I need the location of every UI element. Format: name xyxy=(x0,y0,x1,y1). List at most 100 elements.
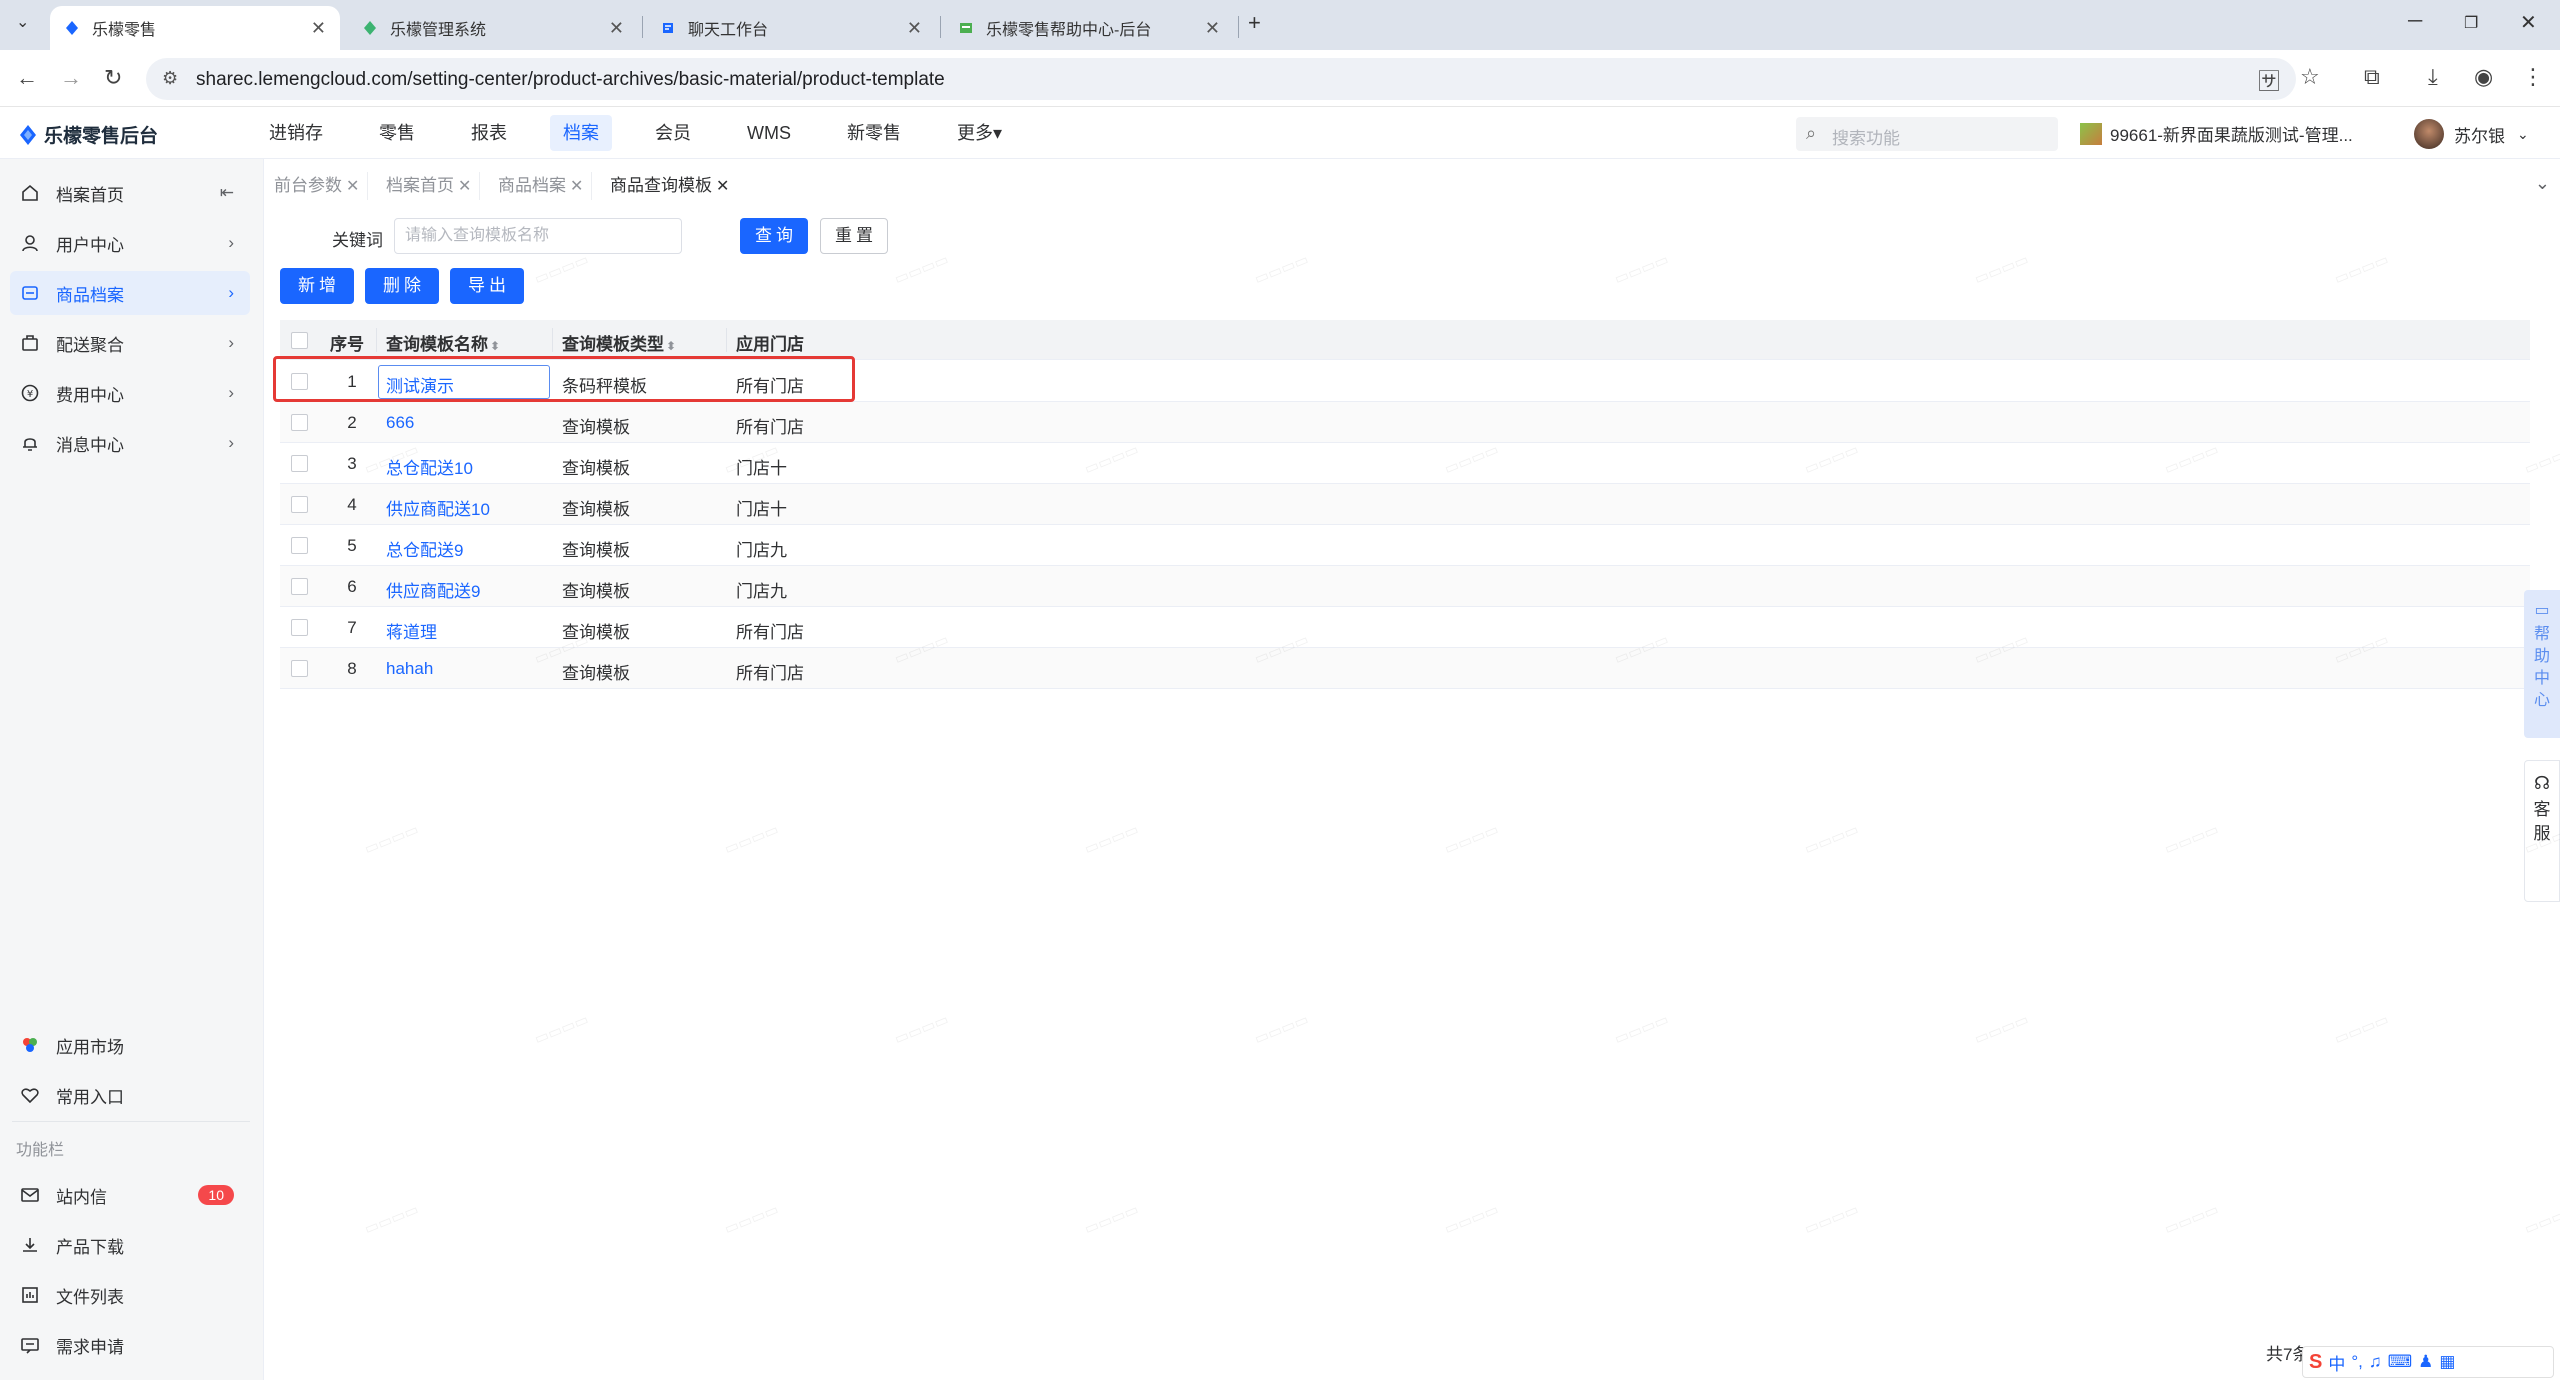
close-tab-icon[interactable]: ✕ xyxy=(311,18,326,39)
brand-logo[interactable]: 乐檬零售后台 xyxy=(18,121,158,148)
top-nav-item[interactable]: 会员 xyxy=(642,115,704,151)
row-checkbox[interactable] xyxy=(291,578,308,595)
sidebar-item-delivery[interactable]: 配送聚合 › xyxy=(10,321,250,365)
delete-button[interactable]: 删除 xyxy=(365,268,439,304)
template-name-link[interactable]: 供应商配送9 xyxy=(386,577,480,602)
row-checkbox[interactable] xyxy=(291,660,308,677)
store-selector[interactable]: 99661-新界面果蔬版测试-管理... xyxy=(2080,121,2353,146)
reload-icon[interactable]: ↻ xyxy=(104,65,122,91)
tab-search-icon[interactable]: ⌄ xyxy=(16,12,29,32)
row-checkbox[interactable] xyxy=(291,455,308,472)
sidebar-item-request[interactable]: 需求申请 xyxy=(10,1323,250,1367)
table-row[interactable]: 5 总仓配送9 查询模板 门店九 xyxy=(280,525,2530,566)
page-tag[interactable]: 前台参数 ✕ xyxy=(266,172,369,200)
row-checkbox[interactable] xyxy=(291,619,308,636)
header-type[interactable]: 查询模板类型 ⬍ xyxy=(562,330,676,355)
browser-tab-4[interactable]: 乐檬零售帮助中心-后台 ✕ xyxy=(944,6,1234,50)
header-name[interactable]: 查询模板名称 ⬍ xyxy=(386,330,500,355)
close-tab-icon[interactable]: ✕ xyxy=(907,18,922,39)
translate-icon[interactable]: 🈂 xyxy=(2258,64,2280,96)
sort-icon[interactable]: ⬍ xyxy=(666,339,676,353)
keyboard-icon[interactable]: ⌨ xyxy=(2388,1352,2413,1372)
sidebar-item-app-market[interactable]: 应用市场 xyxy=(10,1023,250,1067)
forward-icon[interactable]: → xyxy=(60,65,82,91)
ime-toolbar[interactable]: S 中 °, ♫ ⌨ ♟ ▦ xyxy=(2302,1346,2554,1378)
template-name-link[interactable]: 总仓配送10 xyxy=(386,454,473,479)
back-icon[interactable]: ← xyxy=(16,65,38,91)
sidebar-item-inbox[interactable]: 站内信 10 xyxy=(10,1173,250,1217)
watermark: ▭▭▭▭ xyxy=(1081,820,1141,858)
reset-button[interactable]: 重置 xyxy=(820,218,888,254)
table-row[interactable]: 2 666 查询模板 所有门店 xyxy=(280,402,2530,443)
ime-lang[interactable]: 中 xyxy=(2328,1350,2345,1375)
sidebar-item-user-center[interactable]: 用户中心 › xyxy=(10,221,250,265)
profile-icon[interactable]: ◉ xyxy=(2474,64,2493,90)
download-icon[interactable]: ⤓ xyxy=(2428,64,2438,90)
collapse-sidebar-icon[interactable]: ⇤ xyxy=(220,183,234,203)
chevron-down-icon[interactable]: ⌄ xyxy=(2535,173,2550,194)
close-tab-icon[interactable]: ✕ xyxy=(609,18,624,39)
sidebar-item-product-archive[interactable]: 商品档案 › xyxy=(10,271,250,315)
help-center-tab[interactable]: ▭ 帮 助 中 心 xyxy=(2524,590,2560,738)
table-row[interactable]: 3 总仓配送10 查询模板 门店十 xyxy=(280,443,2530,484)
menu-dots-icon[interactable]: ⋮ xyxy=(2522,64,2544,90)
sort-icon[interactable]: ⬍ xyxy=(490,339,500,353)
skin-icon[interactable]: ♟ xyxy=(2418,1352,2433,1372)
sidebar-item-message-center[interactable]: 消息中心 › xyxy=(10,421,250,465)
query-button[interactable]: 查询 xyxy=(740,218,808,254)
export-button[interactable]: 导出 xyxy=(450,268,524,304)
table-row[interactable]: 4 供应商配送10 查询模板 门店十 xyxy=(280,484,2530,525)
close-icon[interactable]: ✕ xyxy=(716,178,729,195)
template-name-link[interactable]: 总仓配送9 xyxy=(386,536,463,561)
browser-tab-2[interactable]: 乐檬管理系统 ✕ xyxy=(348,6,638,50)
close-icon[interactable]: ✕ xyxy=(570,178,583,195)
template-name-link[interactable]: 666 xyxy=(386,413,414,433)
top-nav-item[interactable]: 新零售 xyxy=(834,115,914,151)
template-name-link[interactable]: hahah xyxy=(386,659,433,679)
table-row[interactable]: 6 供应商配送9 查询模板 门店九 xyxy=(280,566,2530,607)
row-checkbox[interactable] xyxy=(291,414,308,431)
window-close-icon[interactable]: ✕ xyxy=(2520,10,2537,35)
top-nav-item[interactable]: WMS xyxy=(734,115,804,151)
function-search[interactable]: ⌕ 搜索功能 xyxy=(1796,117,2058,151)
sidebar-item-archive-home[interactable]: 档案首页 ⇤ xyxy=(10,171,250,215)
template-name-link[interactable]: 蒋道理 xyxy=(386,618,437,643)
sidebar-item-product-download[interactable]: 产品下载 xyxy=(10,1223,250,1267)
select-all-checkbox[interactable] xyxy=(291,332,308,349)
top-nav-item[interactable]: 零售 xyxy=(366,115,428,151)
minimize-icon[interactable]: ─ xyxy=(2408,10,2422,33)
page-tag[interactable]: 商品档案 ✕ xyxy=(490,172,593,200)
sidebar-item-favorites[interactable]: 常用入口 xyxy=(10,1073,250,1117)
close-icon[interactable]: ✕ xyxy=(346,178,359,195)
toolbox-icon[interactable]: ▦ xyxy=(2439,1352,2455,1372)
top-nav-more[interactable]: 更多▾ xyxy=(944,115,1015,151)
punct-icon[interactable]: °, xyxy=(2351,1352,2363,1372)
url-field[interactable]: ⚙ sharec.lemengcloud.com/setting-center/… xyxy=(146,58,2296,100)
mic-icon[interactable]: ♫ xyxy=(2369,1352,2382,1372)
browser-tab-1[interactable]: 乐檬零售 ✕ xyxy=(50,6,340,50)
close-icon[interactable]: ✕ xyxy=(458,178,471,195)
add-button[interactable]: 新增 xyxy=(280,268,354,304)
customer-service-tab[interactable]: ☊ 客 服 xyxy=(2524,760,2560,902)
table-row[interactable]: 7 蒋道理 查询模板 所有门店 xyxy=(280,607,2530,648)
keyword-input[interactable] xyxy=(394,218,682,254)
sidebar-item-file-list[interactable]: 文件列表 xyxy=(10,1273,250,1317)
close-tab-icon[interactable]: ✕ xyxy=(1205,18,1220,39)
page-tag[interactable]: 档案首页 ✕ xyxy=(378,172,481,200)
top-nav-item[interactable]: 进销存 xyxy=(256,115,336,151)
user-menu[interactable]: 苏尔银 ⌄ xyxy=(2414,119,2529,149)
top-nav-item-active[interactable]: 档案 xyxy=(550,115,612,151)
restore-icon[interactable]: ❐ xyxy=(2464,13,2478,33)
row-checkbox[interactable] xyxy=(291,496,308,513)
page-tag-active[interactable]: 商品查询模板 ✕ xyxy=(602,172,737,200)
row-checkbox[interactable] xyxy=(291,537,308,554)
site-info-icon[interactable]: ⚙ xyxy=(162,68,178,89)
extensions-icon[interactable]: ⧉ xyxy=(2364,64,2380,90)
bookmark-star-icon[interactable]: ☆ xyxy=(2300,64,2320,90)
template-name-link[interactable]: 供应商配送10 xyxy=(386,495,490,520)
browser-tab-3[interactable]: 聊天工作台 ✕ xyxy=(646,6,936,50)
top-nav-item[interactable]: 报表 xyxy=(458,115,520,151)
sidebar-item-fee-center[interactable]: ¥ 费用中心 › xyxy=(10,371,250,415)
new-tab-icon[interactable]: + xyxy=(1248,10,1261,36)
table-row[interactable]: 8 hahah 查询模板 所有门店 xyxy=(280,648,2530,689)
